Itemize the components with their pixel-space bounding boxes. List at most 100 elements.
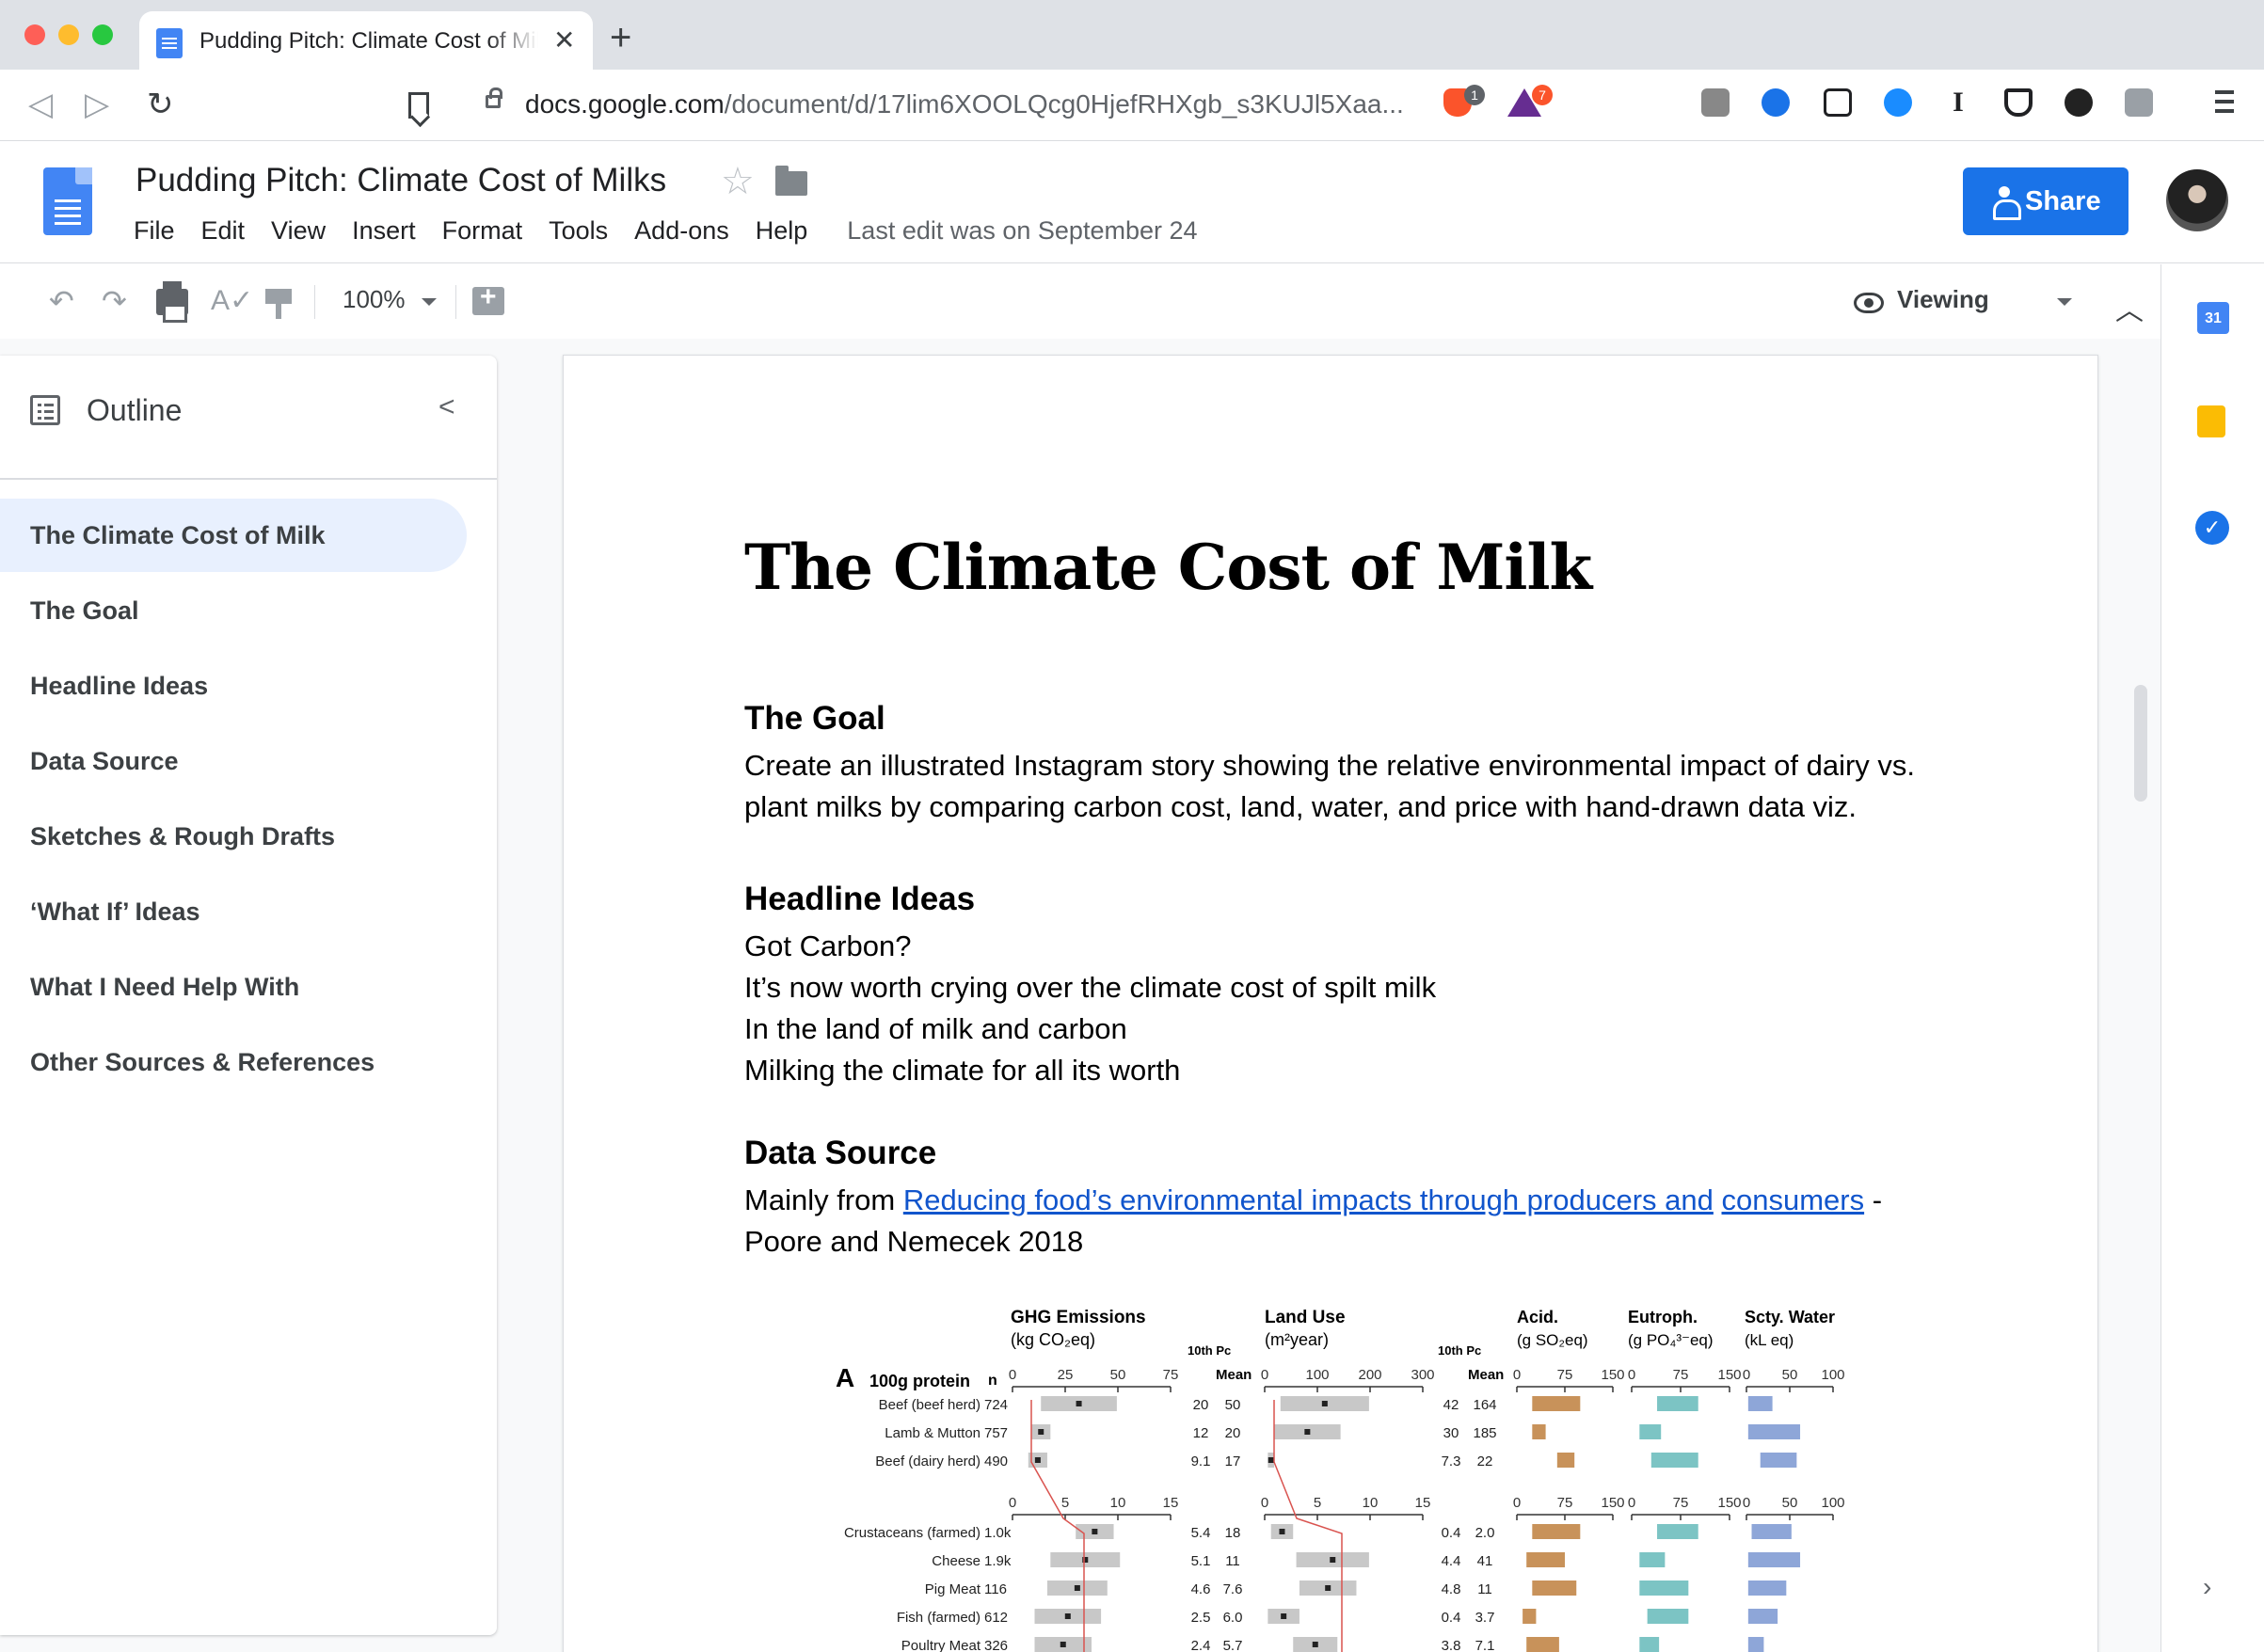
ghg-axis-top-tick-label: 75 — [1163, 1367, 1179, 1383]
paint-format-icon[interactable] — [265, 289, 292, 319]
acid-bar — [1523, 1609, 1537, 1624]
last-edit-link[interactable]: Last edit was on September 24 — [847, 216, 1197, 246]
row-n: 326 — [984, 1638, 1008, 1652]
forward-icon[interactable]: ▷ — [85, 88, 109, 120]
address-bar[interactable]: docs.google.com/document/d/17lim6XOOLQcg… — [461, 77, 1560, 132]
tasks-icon[interactable]: ✓ — [2195, 511, 2229, 545]
extension-plus-icon[interactable] — [1762, 88, 1790, 117]
outline-item-other-sources[interactable]: Other Sources & References — [0, 1025, 497, 1101]
source-link[interactable]: Reducing food’s environmental impacts th… — [903, 1183, 1714, 1216]
chevron-left-icon[interactable]: < — [438, 391, 455, 423]
folder-icon[interactable] — [775, 166, 807, 196]
ghg-axis-top-tick-label: 50 — [1110, 1367, 1126, 1383]
reload-icon[interactable]: ↻ — [147, 88, 174, 120]
acid-bar — [1532, 1424, 1546, 1439]
row-ghg-mean: 50 — [1225, 1397, 1241, 1413]
calendar-icon[interactable]: 31 — [2197, 302, 2229, 334]
outline-item-headline-ideas[interactable]: Headline Ideas — [0, 649, 497, 724]
acid-axis-bottom-tick-label: 0 — [1513, 1495, 1521, 1511]
mode-caret-icon[interactable] — [2057, 298, 2072, 306]
row-ghg-mean: 6.0 — [1223, 1610, 1243, 1626]
outline-item-climate-cost[interactable]: The Climate Cost of Milk — [0, 499, 467, 572]
zoom-caret-icon[interactable] — [422, 298, 437, 306]
extension-stack-icon[interactable] — [2125, 88, 2153, 117]
eutro-axis-bottom-tick-label: 0 — [1628, 1495, 1635, 1511]
keep-icon[interactable] — [2197, 405, 2225, 437]
row-label: Cheese — [932, 1553, 981, 1569]
docs-logo-icon[interactable] — [43, 167, 92, 235]
document-title[interactable]: Pudding Pitch: Climate Cost of Milks — [136, 162, 666, 199]
menu-addons[interactable]: Add-ons — [634, 216, 729, 246]
row-land-pc: 4.8 — [1442, 1581, 1461, 1597]
outline-item-sketches[interactable]: Sketches & Rough Drafts — [0, 800, 497, 875]
ghg-pc-header: 10th Pc — [1188, 1343, 1231, 1358]
back-icon[interactable]: ◁ — [28, 88, 53, 120]
source-prefix: Mainly from — [744, 1183, 903, 1216]
new-tab-icon[interactable]: + — [610, 19, 631, 56]
bookmark-icon[interactable] — [408, 92, 429, 119]
water-bar — [1747, 1609, 1778, 1624]
toolbar-divider — [455, 285, 456, 319]
add-comment-icon[interactable] — [472, 281, 504, 315]
window-zoom-button[interactable] — [92, 24, 113, 45]
window-close-button[interactable] — [24, 24, 45, 45]
ghg-mean-dot — [1034, 1457, 1041, 1463]
extension-notion-icon[interactable] — [1824, 88, 1852, 117]
brave-rewards-badge: 7 — [1532, 85, 1553, 105]
row-land-pc: 7.3 — [1442, 1453, 1461, 1469]
menu-edit[interactable]: Edit — [201, 216, 246, 246]
print-icon[interactable] — [156, 281, 188, 323]
window-minimize-button[interactable] — [58, 24, 79, 45]
vertical-scrollbar[interactable] — [2134, 685, 2147, 802]
extension-shield-icon[interactable] — [2004, 88, 2033, 117]
avatar[interactable] — [2166, 169, 2228, 231]
extension-blocker-icon[interactable] — [1701, 88, 1730, 117]
menu-view[interactable]: View — [271, 216, 326, 246]
tab-close-icon[interactable]: ✕ — [553, 24, 575, 56]
land-mean-header: Mean — [1468, 1367, 1504, 1383]
extension-instapaper-icon[interactable]: I — [1944, 88, 1972, 117]
eutro-bar — [1657, 1396, 1698, 1411]
eutro-axis-top-tick-label: 150 — [1717, 1367, 1741, 1383]
outline-item-what-if[interactable]: ‘What If’ Ideas — [0, 875, 497, 950]
land-mean-dot — [1312, 1642, 1318, 1647]
goal-text-line-1: Create an illustrated Instagram story sh… — [744, 749, 1916, 782]
extension-globe-icon[interactable] — [1884, 88, 1912, 117]
menu-format[interactable]: Format — [442, 216, 523, 246]
outline-title: Outline — [87, 393, 183, 427]
chevron-right-icon[interactable]: › — [2203, 1572, 2211, 1602]
menu-file[interactable]: File — [134, 216, 175, 246]
outline-item-data-source[interactable]: Data Source — [0, 724, 497, 800]
source-link-consumers[interactable]: consumers — [1722, 1183, 1865, 1216]
chevron-up-icon[interactable]: ︿ — [2115, 287, 2144, 328]
spellcheck-icon[interactable]: A✓ — [211, 285, 253, 317]
extension-face-icon[interactable] — [2065, 88, 2093, 117]
land-mean-dot — [1268, 1457, 1274, 1463]
menu-help[interactable]: Help — [756, 216, 808, 246]
water-axis-top-tick-label: 100 — [1821, 1367, 1844, 1383]
land-axis-bottom-tick-label: 0 — [1261, 1495, 1268, 1511]
undo-icon[interactable]: ↶ — [49, 285, 74, 317]
row-land-mean: 164 — [1473, 1397, 1496, 1413]
eye-icon[interactable] — [1854, 293, 1884, 313]
outline-item-help-with[interactable]: What I Need Help With — [0, 950, 497, 1025]
land-pc-header: 10th Pc — [1438, 1343, 1481, 1358]
eutro-bar — [1639, 1424, 1662, 1439]
zoom-select[interactable]: 100% — [343, 285, 406, 314]
redo-icon[interactable]: ↷ — [102, 285, 127, 317]
menu-insert[interactable]: Insert — [352, 216, 416, 246]
outline-item-goal[interactable]: The Goal — [0, 574, 497, 649]
eutro-bar — [1639, 1581, 1689, 1596]
mode-select[interactable]: Viewing — [1897, 285, 1989, 314]
lock-icon[interactable] — [486, 87, 502, 108]
browser-tab-active[interactable]: Pudding Pitch: Climate Cost of Milks ✕ — [139, 11, 593, 70]
share-button[interactable]: Share — [1963, 167, 2128, 235]
row-land-pc: 42 — [1443, 1397, 1459, 1413]
acid-bar — [1532, 1581, 1577, 1596]
acid-axis-bottom-tick-label: 75 — [1557, 1495, 1573, 1511]
row-land-pc: 4.4 — [1442, 1553, 1461, 1569]
menu-tools[interactable]: Tools — [549, 216, 608, 246]
ghg-mean-dot — [1076, 1401, 1082, 1406]
star-icon[interactable]: ☆ — [721, 160, 755, 203]
browser-menu-icon[interactable] — [2215, 90, 2234, 94]
